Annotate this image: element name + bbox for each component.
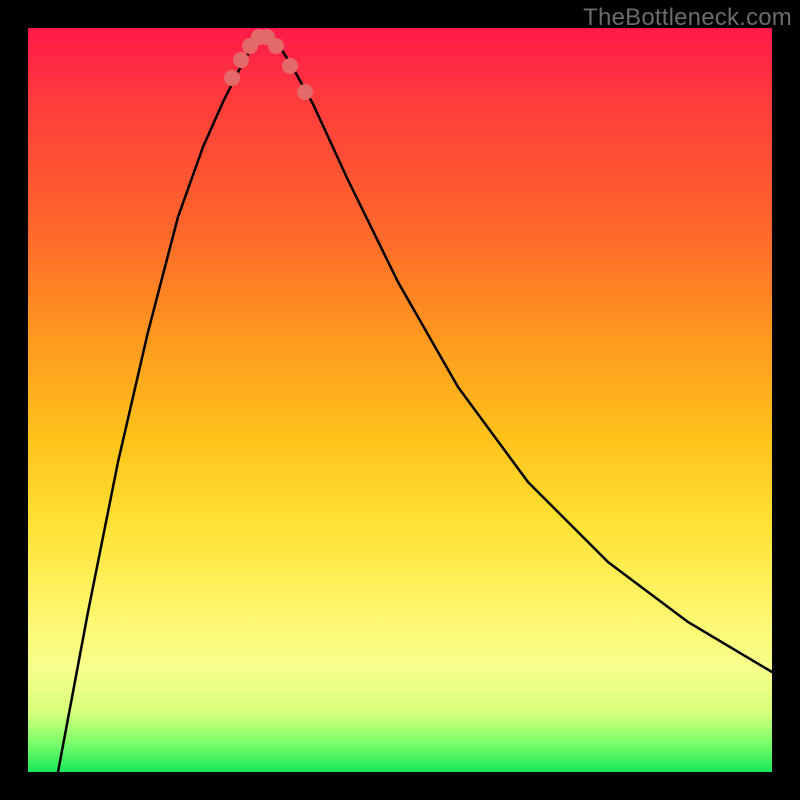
chart-svg <box>28 28 772 772</box>
data-marker <box>233 52 249 68</box>
marker-group <box>224 29 313 100</box>
data-marker <box>268 38 284 54</box>
plot-area <box>28 28 772 772</box>
data-marker <box>297 84 313 100</box>
bottleneck-curve <box>58 34 772 772</box>
watermark-text: TheBottleneck.com <box>583 4 792 32</box>
data-marker <box>282 58 298 74</box>
data-marker <box>224 70 240 86</box>
